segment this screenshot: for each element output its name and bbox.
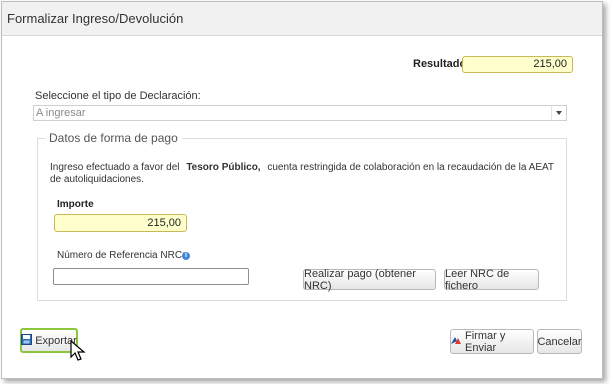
pago-text-before: Ingreso efectuado a favor del <box>50 162 180 173</box>
chevron-down-icon[interactable] <box>556 111 562 115</box>
pago-legend: Datos de forma de pago <box>45 131 182 145</box>
realizar-pago-button[interactable]: Realizar pago (obtener NRC) <box>303 267 436 292</box>
cancelar-button[interactable]: Cancelar <box>537 329 582 354</box>
nrc-input[interactable] <box>53 268 249 285</box>
dialog-titlebar: Formalizar Ingreso/Devolución <box>2 2 602 36</box>
importe-label: Importe <box>57 199 94 210</box>
leer-nrc-label: Leer NRC de fichero <box>445 267 510 292</box>
select-separator <box>551 106 552 120</box>
mouse-cursor-icon <box>70 340 86 361</box>
declaracion-select[interactable]: A ingresar <box>33 105 567 121</box>
leer-nrc-button[interactable]: Leer NRC de fichero <box>444 267 539 292</box>
dialog-title: Formalizar Ingreso/Devolución <box>7 11 184 26</box>
info-icon[interactable]: i <box>182 252 190 260</box>
declaracion-label: Seleccione el tipo de Declaración: <box>35 90 201 102</box>
export-icon <box>21 333 33 348</box>
cancelar-label: Cancelar <box>537 335 582 348</box>
resultado-value: 215,00 <box>533 58 567 70</box>
realizar-pago-label: Realizar pago (obtener NRC) <box>304 267 416 292</box>
firmar-icon <box>451 335 462 348</box>
importe-field: 215,00 <box>54 214 187 232</box>
resultado-field: 215,00 <box>462 56 573 73</box>
firmar-label: Firmar y Enviar <box>465 329 506 354</box>
pago-text-bold: Tesoro Público, <box>186 162 261 173</box>
declaracion-selected-value: A ingresar <box>36 107 86 119</box>
firmar-enviar-button[interactable]: Firmar y Enviar <box>450 329 534 354</box>
pago-description: Ingreso efectuado a favor del Tesoro Púb… <box>50 162 555 186</box>
resultado-label: Resultado <box>413 58 467 70</box>
importe-value: 215,00 <box>147 217 181 229</box>
nrc-label: Número de Referencia NRC: <box>57 250 185 261</box>
